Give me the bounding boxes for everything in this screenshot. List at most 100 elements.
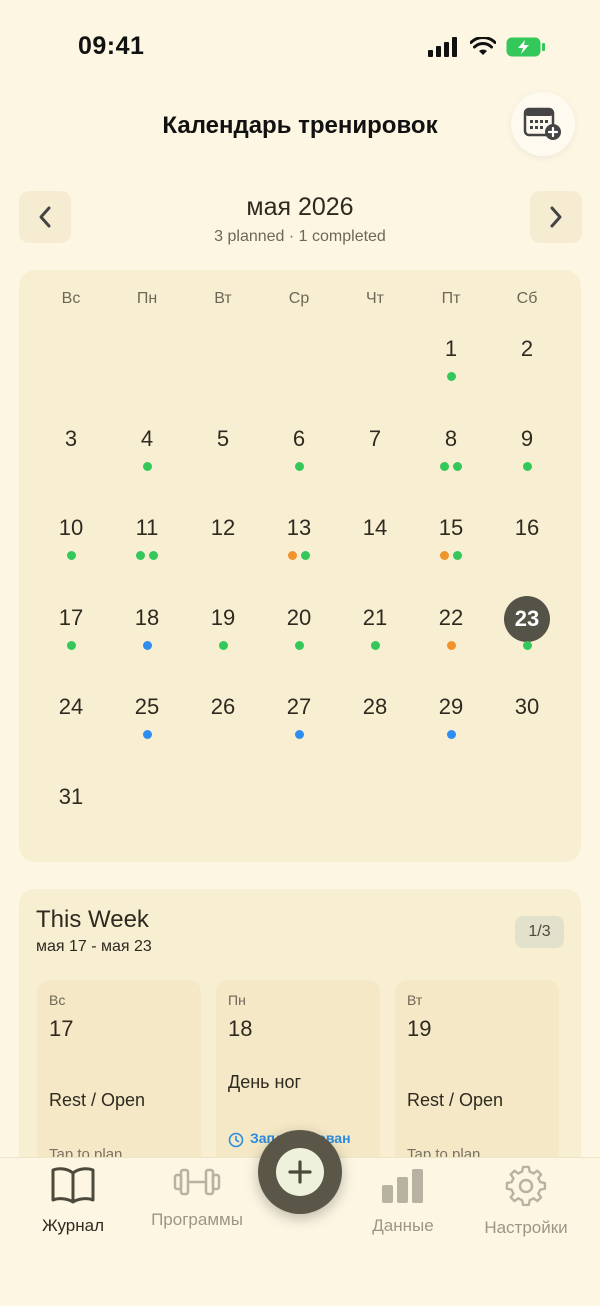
calendar-day-number: 10 [58,515,84,541]
calendar-day-number: 15 [438,515,464,541]
calendar-day[interactable]: 16 [489,506,565,594]
tab-journal-label: Журнал [41,1216,105,1235]
workout-dot-blue [142,640,152,650]
workout-dot-green [522,640,532,650]
clock-icon [228,1132,244,1148]
status-time: 09:41 [78,32,145,60]
wifi-icon [470,37,496,55]
calendar-day[interactable]: 23 [489,595,565,684]
workout-indicators [33,551,109,561]
workout-dot-blue [142,730,152,740]
week-day-card[interactable]: Вт 19 Rest / Open Tap to plan [395,980,559,1180]
calendar-day[interactable]: 8 [413,417,489,505]
workout-dot-green [294,640,304,650]
workout-dot-green [301,551,310,561]
workout-indicators [109,461,185,471]
weekday-label: Вс [61,290,81,307]
week-page-badge[interactable]: 1/3 [515,916,564,948]
workout-dot-orange [446,640,456,650]
tab-settings-label: Настройки [484,1218,568,1237]
workout-indicators [109,730,185,740]
dumbbell-icon [173,1168,221,1196]
calendar-day-number: 21 [362,604,388,630]
calendar-day-number: 17 [58,604,84,630]
status-icons [428,36,546,58]
workout-indicators [413,730,489,740]
calendar-day[interactable]: 13 [261,506,337,594]
workout-indicators [337,640,413,650]
workout-indicators [413,461,489,471]
calendar-day-number: 20 [286,604,312,630]
calendar-day[interactable]: 31 [33,775,109,863]
calendar-day[interactable]: 26 [185,685,261,773]
month-title: мая 2026 [246,193,354,221]
calendar-day[interactable]: 3 [33,417,109,505]
calendar-day[interactable]: 10 [33,506,109,594]
calendar-day-number: 6 [292,425,306,451]
calendar-day[interactable]: 12 [185,506,261,594]
tab-programs[interactable]: Программы [142,1165,252,1230]
week-day-dow: Пн [228,992,246,1008]
workout-dot-green [149,551,158,561]
calendar-day[interactable]: 18 [109,596,185,684]
week-day-dow: Вс [49,992,66,1008]
calendar-day-number: 4 [140,425,154,451]
workout-dot-green [370,640,380,650]
calendar-day[interactable]: 22 [413,596,489,684]
calendar-day[interactable]: 20 [261,596,337,684]
calendar-day-number: 11 [135,515,159,541]
calendar-day[interactable]: 29 [413,685,489,773]
workout-dot-green [66,551,76,561]
weekday-label: Чт [366,290,384,307]
calendar-day[interactable]: 25 [109,685,185,773]
calendar-day[interactable]: 4 [109,417,185,505]
workout-dot-blue [294,730,304,740]
calendar-day[interactable]: 21 [337,596,413,684]
week-day-card[interactable]: Вс 17 Rest / Open Tap to plan [37,980,201,1180]
tab-data[interactable]: Данные [348,1165,458,1236]
calendar-day[interactable]: 11 [109,506,185,594]
week-day-label: Rest / Open [407,1090,504,1110]
calendar-day[interactable]: 19 [185,596,261,684]
calendar-day[interactable]: 30 [489,685,565,773]
workout-indicators [261,640,337,650]
calendar-day[interactable]: 9 [489,417,565,505]
tab-journal[interactable]: Журнал [18,1165,128,1236]
workout-indicators [413,640,489,650]
calendar-day[interactable]: 1 [413,327,489,415]
calendar-day[interactable]: 28 [337,685,413,773]
workout-dot-green [446,372,456,381]
calendar-day[interactable]: 6 [261,417,337,505]
week-day-number: 18 [228,1016,253,1041]
workout-indicators [109,551,185,561]
calendar-day[interactable]: 24 [33,685,109,773]
workout-indicators [261,551,337,561]
calendar-day-number: 26 [210,694,236,720]
tab-settings[interactable]: Настройки [471,1165,581,1238]
calendar-day-number: 23 [504,595,550,642]
calendar-day-number: 28 [362,694,388,720]
week-day-label: День ног [228,1072,302,1092]
workout-dot-green [294,461,304,471]
calendar-day-number: 29 [438,694,464,720]
calendar-day-number: 31 [58,784,84,809]
week-day-label: Rest / Open [49,1090,146,1110]
add-workout-button[interactable] [258,1130,342,1214]
add-to-calendar-button[interactable] [511,92,575,156]
calendar-day[interactable]: 14 [337,506,413,594]
workout-indicators [261,730,337,740]
calendar-day[interactable]: 17 [33,596,109,684]
calendar-day[interactable]: 7 [337,417,413,505]
workout-dot-green [136,551,145,561]
tab-data-label: Данные [372,1216,434,1235]
calendar-day[interactable]: 27 [261,685,337,773]
signal-icon [428,37,457,57]
calendar-day[interactable]: 5 [185,417,261,505]
workout-dot-green [142,461,152,471]
calendar-day-number: 7 [368,425,382,451]
calendar-day[interactable]: 15 [413,506,489,594]
this-week-title: This Week [36,906,149,933]
gear-icon [505,1165,547,1207]
workout-dot-green [522,461,532,471]
calendar-day[interactable]: 2 [489,327,565,415]
